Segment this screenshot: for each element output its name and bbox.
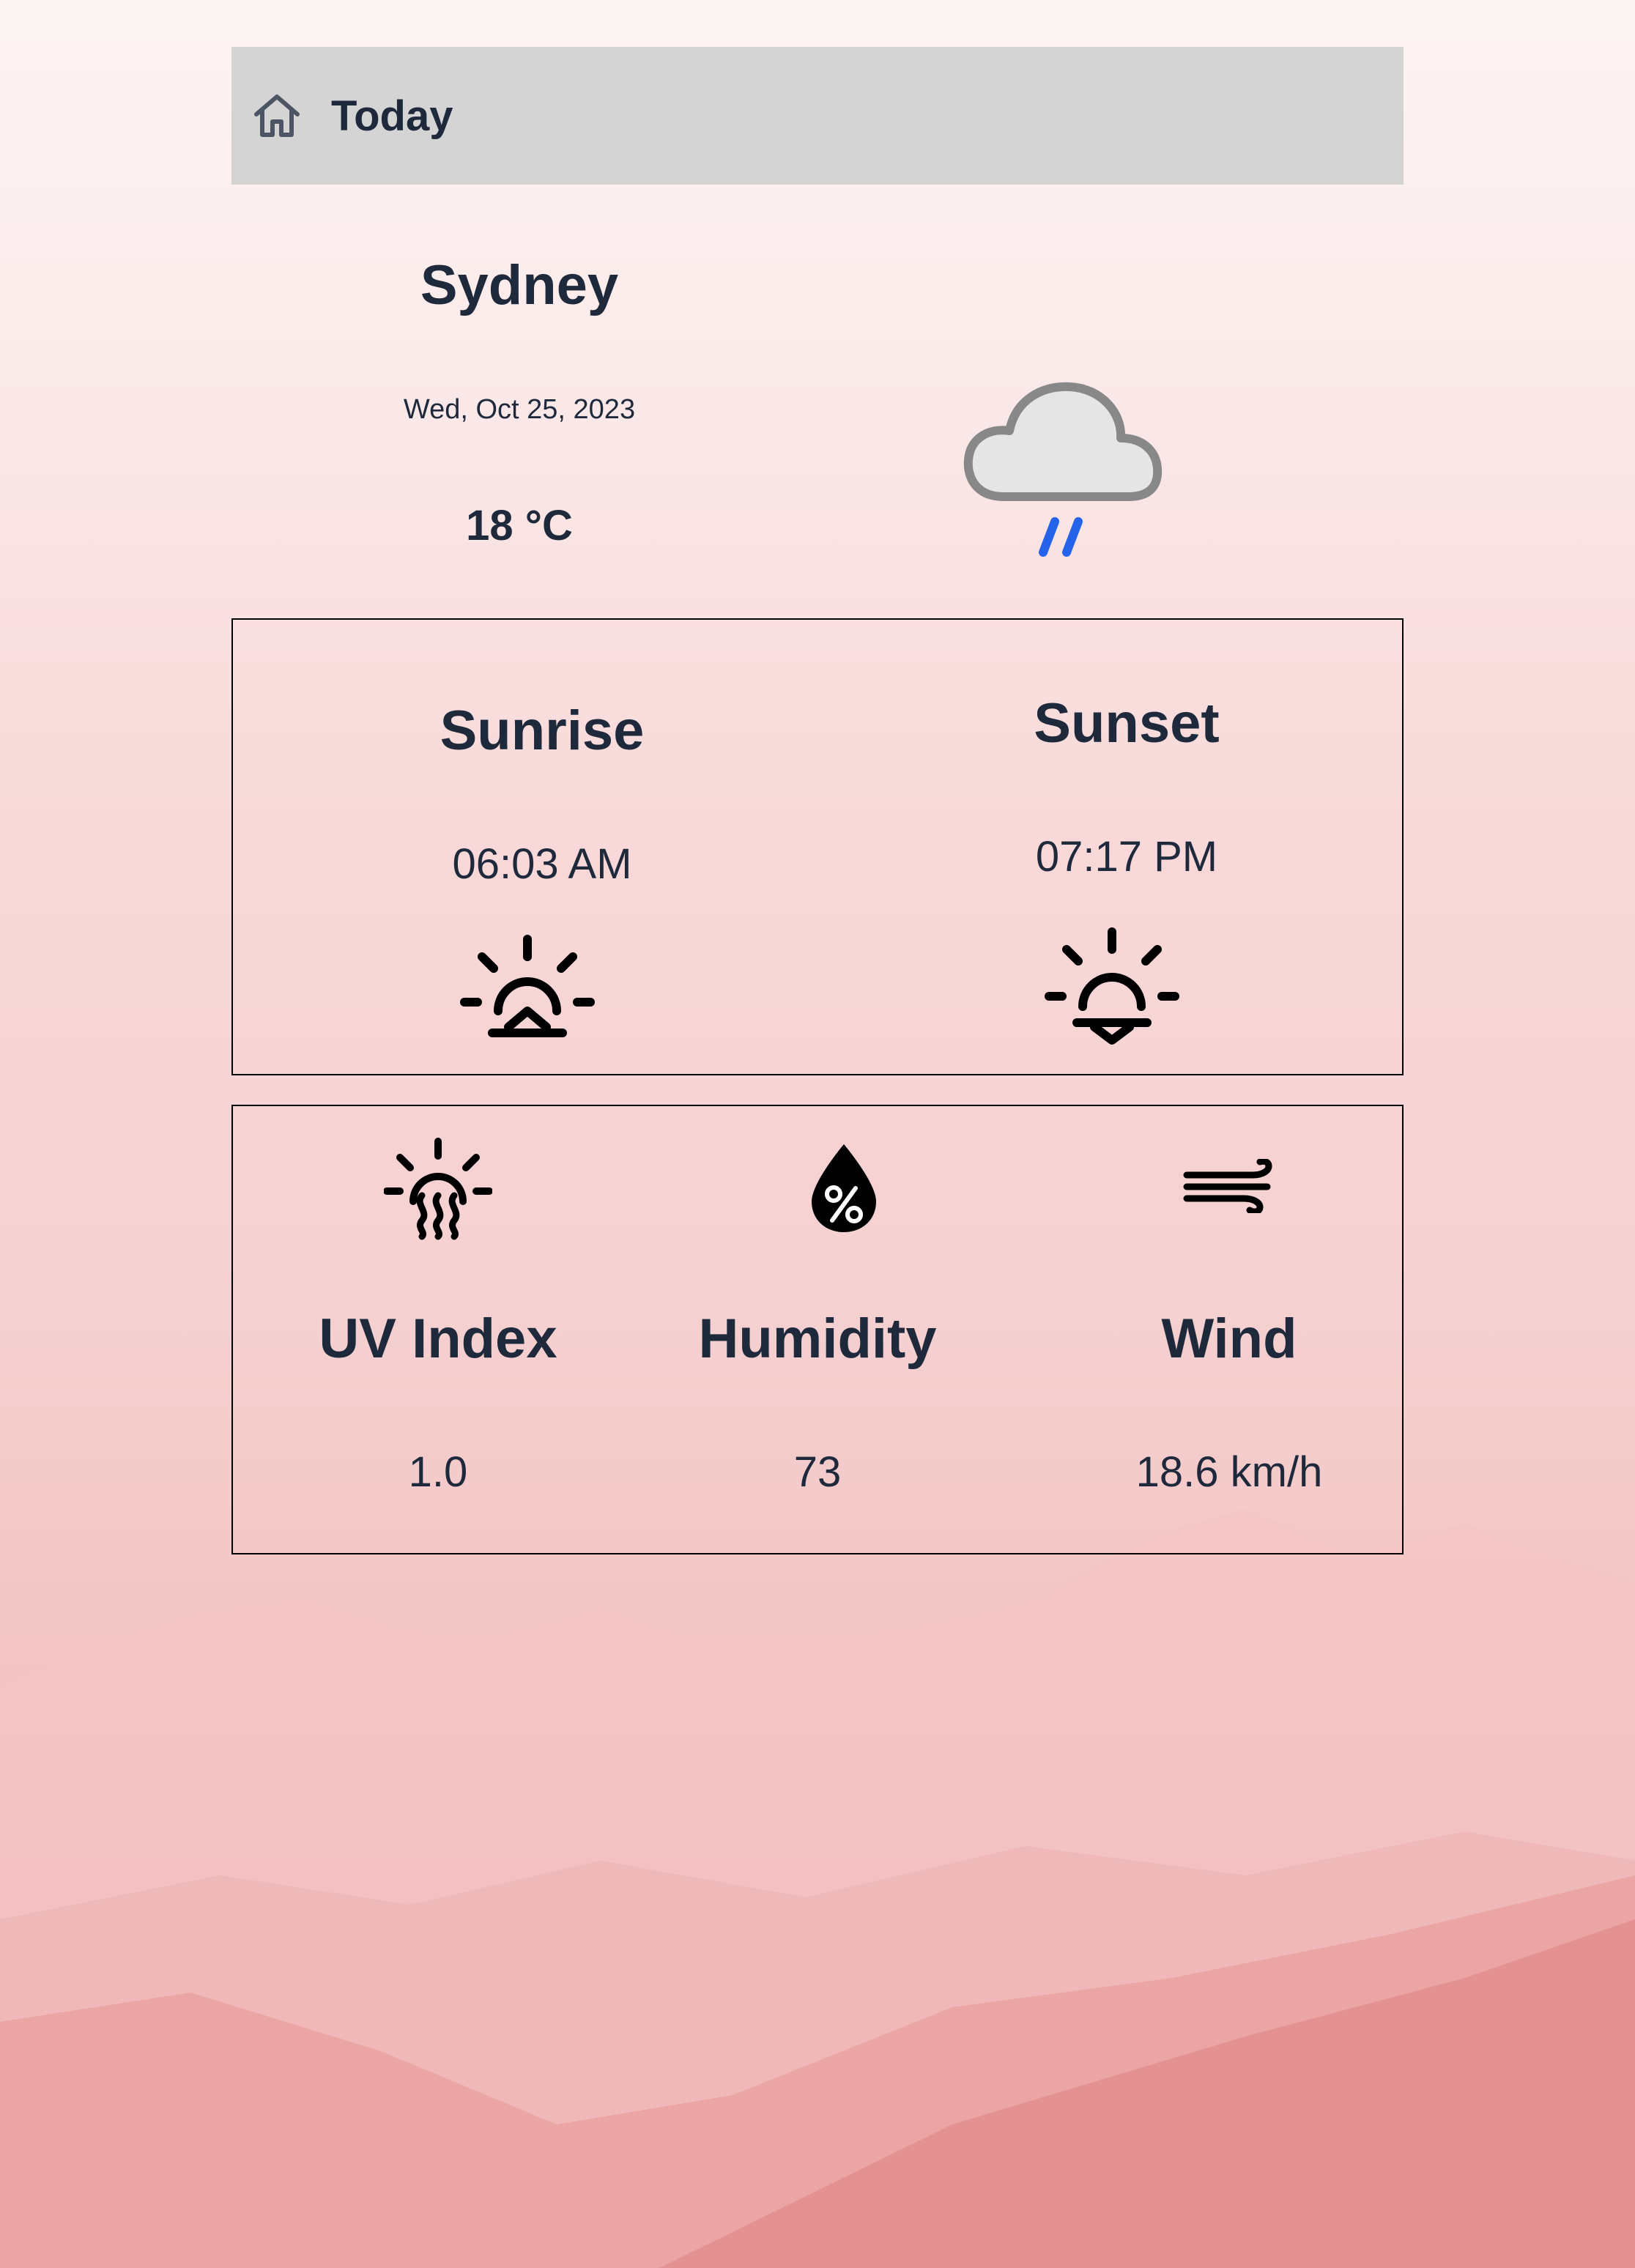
city-name: Sydney <box>420 254 619 316</box>
wind-section: Wind <box>1039 1307 1420 1371</box>
wind-icon <box>1182 1157 1275 1215</box>
wind-label: Wind <box>1161 1308 1297 1370</box>
uv-index-value-wrap: 1.0 <box>248 1448 629 1497</box>
sunrise-time-wrap: 06:03 AM <box>322 840 762 889</box>
humidity-label: Humidity <box>698 1308 937 1370</box>
humidity-drop-icon <box>807 1141 880 1235</box>
current-temperature: 18 °C <box>466 502 573 549</box>
current-date: Wed, Oct 25, 2023 <box>403 394 636 425</box>
top-bar: Today <box>231 47 1404 185</box>
sunset-icon <box>1045 927 1179 1045</box>
weather-page: Today Sydney Wed, Oct 25, 2023 18 °C Sun… <box>231 47 1404 1554</box>
wind-value: 18.6 km/h <box>1135 1448 1323 1496</box>
wind-value-wrap: 18.6 km/h <box>1039 1448 1420 1497</box>
humidity-value: 73 <box>793 1448 842 1496</box>
page-title: Today <box>331 92 453 140</box>
cloud-rain-icon <box>952 328 1179 563</box>
uv-index-label: UV Index <box>319 1308 557 1370</box>
sunset-label: Sunset <box>1034 692 1220 755</box>
sunrise-icon <box>460 935 595 1045</box>
uv-index-value: 1.0 <box>408 1448 468 1496</box>
sunrise-section: Sunrise <box>322 699 762 763</box>
weather-stats-card: UV Index 1.0 Humidity 73 Wind 18.6 km/h <box>231 1105 1404 1554</box>
sunrise-time: 06:03 AM <box>452 840 632 888</box>
humidity-section: Humidity <box>627 1307 1008 1371</box>
sunset-section: Sunset <box>907 692 1346 755</box>
home-icon[interactable] <box>251 89 303 142</box>
sunset-time: 07:17 PM <box>1035 833 1218 881</box>
sunset-time-wrap: 07:17 PM <box>907 832 1346 881</box>
sunrise-label: Sunrise <box>440 700 645 762</box>
sun-times-card: Sunrise 06:03 AM Sunset 07:17 PM <box>231 618 1404 1075</box>
uv-index-section: UV Index <box>248 1307 629 1371</box>
humidity-value-wrap: 73 <box>627 1448 1008 1497</box>
sun-heat-icon <box>383 1137 493 1241</box>
